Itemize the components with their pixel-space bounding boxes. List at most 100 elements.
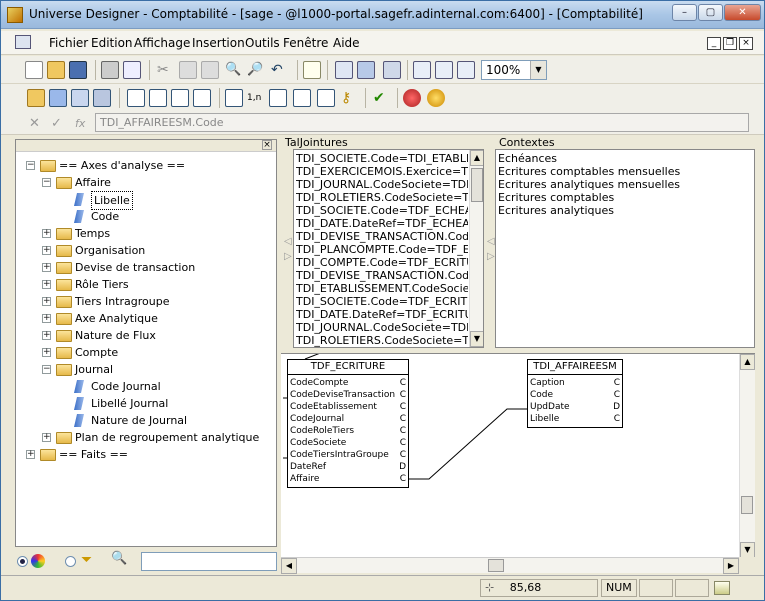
tree-class-item[interactable]: + Compte xyxy=(16,344,274,361)
export-icon[interactable] xyxy=(403,89,421,107)
cut-icon[interactable]: ✂ xyxy=(157,61,175,79)
menu-affichage[interactable]: Affichage xyxy=(134,36,190,50)
print-icon[interactable] xyxy=(101,61,119,79)
paste-icon[interactable] xyxy=(201,61,219,79)
undo-icon[interactable]: ↶ xyxy=(271,61,289,79)
insert-class-icon[interactable] xyxy=(27,89,45,107)
tree-object-item[interactable]: Libellé Journal xyxy=(16,395,274,412)
table-column[interactable]: CodeDeviseTransaction C xyxy=(288,389,408,401)
expand-icon[interactable]: + xyxy=(42,229,51,238)
collapse-right-icon[interactable]: ▷ xyxy=(284,251,292,262)
table-column[interactable]: Code C xyxy=(528,389,622,401)
fx-icon[interactable]: fx xyxy=(75,117,85,130)
menu-fichier[interactable]: Fichier xyxy=(49,36,88,50)
print-preview-icon[interactable] xyxy=(123,61,141,79)
expand-icon[interactable]: + xyxy=(42,314,51,323)
chevron-down-icon[interactable]: ▼ xyxy=(530,61,546,79)
check-integrity-icon[interactable]: ✔ xyxy=(373,89,391,107)
insert-join-icon[interactable] xyxy=(149,89,167,107)
join-item[interactable]: TDI_EXERCICEMOIS.Exercice=TDI_ xyxy=(296,165,468,178)
close-pane-icon[interactable]: × xyxy=(262,140,272,150)
menu-outils[interactable]: Outils xyxy=(245,36,280,50)
detect-contexts-icon[interactable] xyxy=(317,89,335,107)
tree-object-item[interactable]: Code xyxy=(16,208,274,225)
new-icon[interactable] xyxy=(25,61,43,79)
tree-class-item[interactable]: + Tiers Intragroupe xyxy=(16,293,274,310)
join-item[interactable]: TDI_ETABLISSEMENT.CodeSociete xyxy=(296,282,468,295)
collapse-left-icon[interactable]: ◁ xyxy=(284,236,292,247)
insert-condition-icon[interactable] xyxy=(71,89,89,107)
tree-object-item[interactable]: Libelle xyxy=(16,191,274,210)
collapse-right-icon[interactable]: ▷ xyxy=(487,251,495,262)
join-item[interactable]: TDI_PLANCOMPTE.Code=TDF_ECR xyxy=(296,243,468,256)
collapse-left-icon[interactable]: ◁ xyxy=(487,236,495,247)
contexts-list[interactable]: Echéances Ecritures comptables mensuelles… xyxy=(495,149,755,348)
insert-alias-icon[interactable] xyxy=(193,89,211,107)
tree-class-item[interactable]: − == Axes d'analyse == xyxy=(16,157,274,174)
table-column[interactable]: Libelle C xyxy=(528,413,622,425)
tree-class-item[interactable]: + Plan de regroupement analytique xyxy=(16,429,274,446)
context-item[interactable]: Echéances xyxy=(498,152,748,165)
menu-insertion[interactable]: Insertion xyxy=(192,36,245,50)
scroll-thumb[interactable] xyxy=(741,496,753,514)
expand-icon[interactable]: + xyxy=(42,331,51,340)
tree-object-item[interactable]: Code Journal xyxy=(16,378,274,395)
diagram-vscrollbar[interactable]: ▲ ▼ xyxy=(739,354,755,557)
copy-icon[interactable] xyxy=(179,61,197,79)
collapse-icon[interactable]: − xyxy=(42,365,51,374)
tree-object-item[interactable]: Nature de Journal xyxy=(16,412,274,429)
minimize-button[interactable]: – xyxy=(672,4,697,21)
join-item[interactable]: TDI_DEVISE_TRANSACTION.Code= xyxy=(296,230,468,243)
join-item[interactable]: TDI_ROLETIERS.CodeSociete=TDF xyxy=(296,334,468,347)
collapse-icon[interactable]: − xyxy=(42,178,51,187)
table-column[interactable]: CodeJournal C xyxy=(288,413,408,425)
table-column[interactable]: CodeRoleTiers C xyxy=(288,425,408,437)
join-item[interactable]: TDI_SOCIETE.Code=TDF_ECRITUR xyxy=(296,295,468,308)
scroll-down-icon[interactable]: ▼ xyxy=(740,542,755,557)
table-column[interactable]: UpdDate D xyxy=(528,401,622,413)
expand-icon[interactable]: + xyxy=(42,348,51,357)
insert-hierarchy-icon[interactable] xyxy=(93,89,111,107)
table-column[interactable]: DateRef D xyxy=(288,461,408,473)
cancel-icon[interactable]: ✕ xyxy=(29,116,40,131)
joins-list[interactable]: TDI_SOCIETE.Code=TDI_ETABLISS TDI_EXERCIC… xyxy=(293,149,484,348)
table-column[interactable]: Affaire C xyxy=(288,473,408,485)
tree-class-item[interactable]: + Axe Analytique xyxy=(16,310,274,327)
detect-joins-icon[interactable] xyxy=(225,89,243,107)
join-item[interactable]: TDI_JOURNAL.CodeSociete=TDF_E xyxy=(296,178,468,191)
tree-class-item[interactable]: + Temps xyxy=(16,225,274,242)
insert-context-icon[interactable] xyxy=(171,89,189,107)
zoom-fit-icon[interactable] xyxy=(457,61,475,79)
view-list-icon[interactable] xyxy=(413,61,431,79)
tree-class-item[interactable]: + Devise de transaction xyxy=(16,259,274,276)
joins-scrollbar[interactable]: ▲ ▼ xyxy=(469,150,483,347)
menu-aide[interactable]: Aide xyxy=(333,36,360,50)
find-next-icon[interactable]: 🔎 xyxy=(247,61,265,79)
open-icon[interactable] xyxy=(47,61,65,79)
zoom-select[interactable]: 100% ▼ xyxy=(481,60,547,80)
detect-cardinalities-icon[interactable]: 1,n xyxy=(247,89,265,107)
join-item[interactable]: TDI_SOCIETE.Code=TDI_ETABLISS xyxy=(296,152,468,165)
table-browser-icon[interactable] xyxy=(335,61,353,79)
context-item[interactable]: Ecritures comptables xyxy=(498,191,748,204)
detect-aliases-icon[interactable] xyxy=(293,89,311,107)
table-header[interactable]: TDI_AFFAIREESM xyxy=(528,360,622,375)
join-item[interactable]: TDI_ROLETIERS.CodeSociete=TDF xyxy=(296,191,468,204)
expand-icon[interactable]: + xyxy=(42,263,51,272)
arrange-tables-icon[interactable] xyxy=(357,61,375,79)
table-tdf-ecriture[interactable]: TDF_ECRITURE CodeCompte C CodeDeviseTransac… xyxy=(287,359,409,488)
join-item[interactable]: TDI_COMPTE.Code=TDF_ECRITUR xyxy=(296,256,468,269)
scroll-down-icon[interactable]: ▼ xyxy=(470,331,483,347)
mdi-close-button[interactable]: × xyxy=(739,37,753,50)
scroll-thumb[interactable] xyxy=(471,168,483,202)
tree-class-item[interactable]: − Affaire xyxy=(16,174,274,191)
join-item[interactable]: TDI_DATE.DateRef=TDF_ECRITUR xyxy=(296,308,468,321)
search-input[interactable] xyxy=(141,552,277,571)
context-item[interactable]: Ecritures comptables mensuelles xyxy=(498,165,748,178)
insert-table-icon[interactable] xyxy=(127,89,145,107)
join-item[interactable]: TDI_SOCIETE.Code=TDF_ECHEANC xyxy=(296,204,468,217)
close-button[interactable]: ✕ xyxy=(724,4,761,21)
scroll-thumb[interactable] xyxy=(488,559,504,572)
tree-class-item[interactable]: − Journal xyxy=(16,361,274,378)
menu-fenetre[interactable]: Fenêtre xyxy=(283,36,328,50)
